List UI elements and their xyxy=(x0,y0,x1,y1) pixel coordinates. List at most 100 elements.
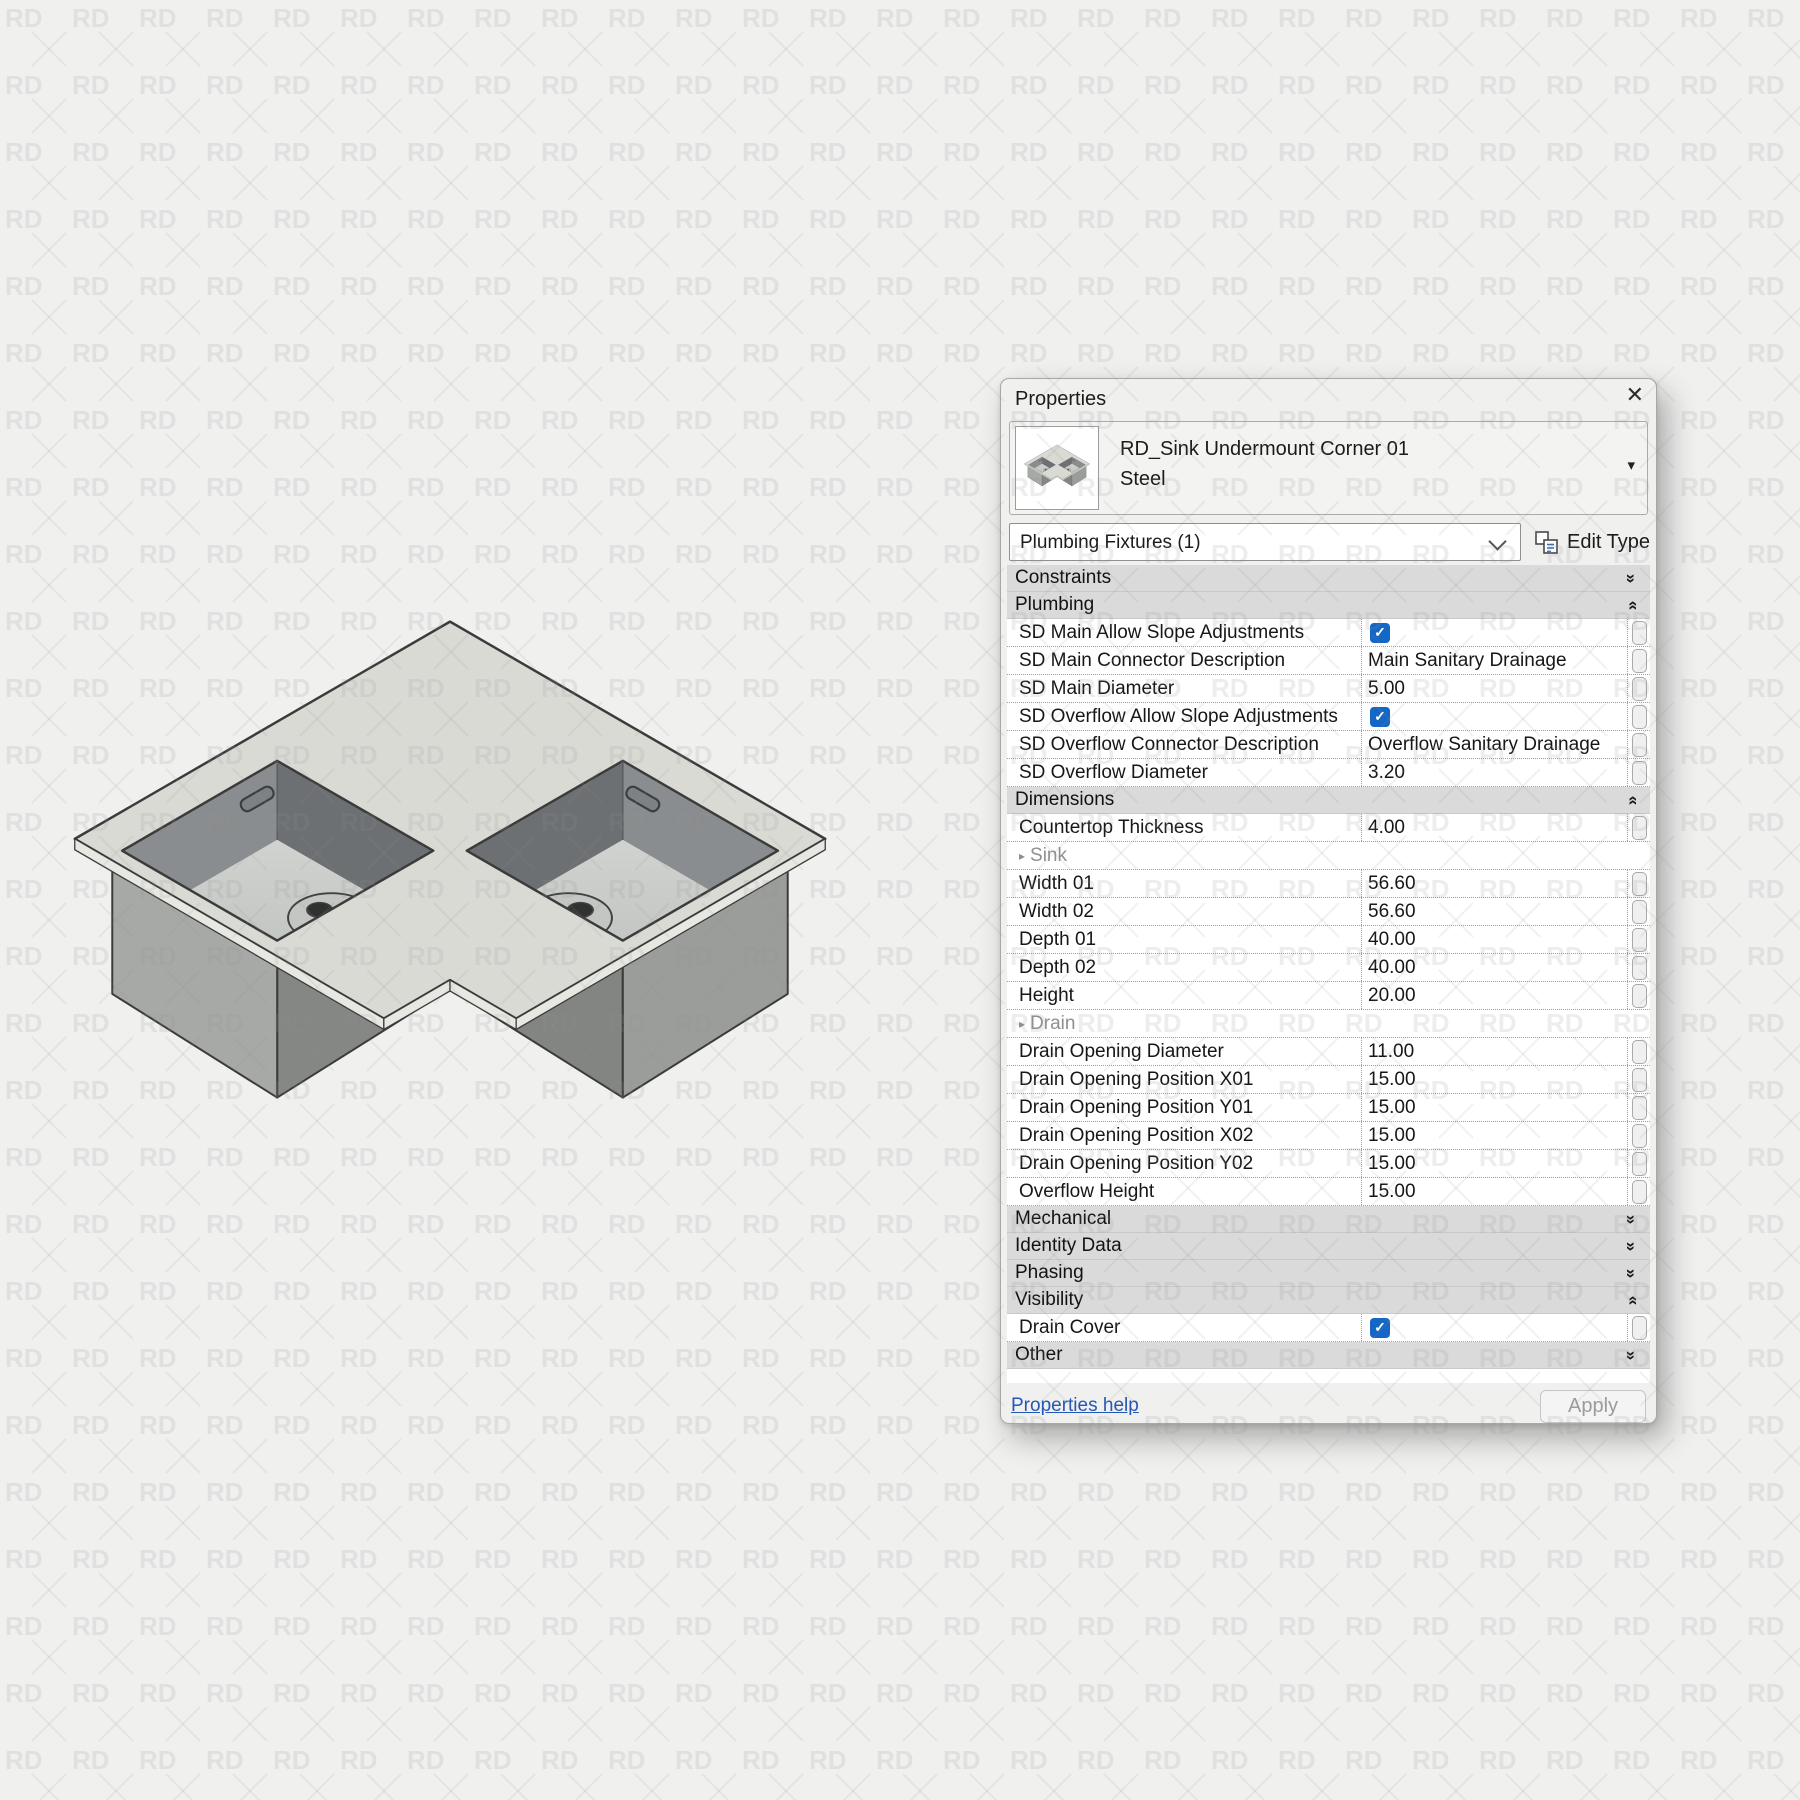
collapse-chevron-icon[interactable]: » xyxy=(1623,1295,1640,1304)
apply-button[interactable]: Apply xyxy=(1540,1390,1646,1423)
property-name: Drain Opening Position Y01 xyxy=(1007,1094,1361,1121)
associate-param-column xyxy=(1627,1094,1650,1121)
type-thumbnail-image xyxy=(1016,427,1098,509)
property-value[interactable]: ✓ xyxy=(1361,703,1627,730)
property-value[interactable]: ✓ xyxy=(1361,619,1627,646)
property-name: Drain Cover xyxy=(1007,1314,1361,1341)
section-label: Mechanical xyxy=(1007,1208,1111,1230)
associate-parameter-button[interactable] xyxy=(1632,1152,1647,1176)
associate-parameter-button[interactable] xyxy=(1632,733,1647,757)
property-name: Drain Opening Diameter xyxy=(1007,1038,1361,1065)
edit-type-label: Edit Type xyxy=(1567,531,1650,554)
associate-parameter-button[interactable] xyxy=(1632,1180,1647,1204)
associate-parameter-button[interactable] xyxy=(1632,1124,1647,1148)
properties-help-link[interactable]: Properties help xyxy=(1011,1395,1139,1417)
panel-title: Properties xyxy=(1015,388,1106,411)
section-header-other[interactable]: Other» xyxy=(1007,1342,1650,1369)
associate-parameter-button[interactable] xyxy=(1632,900,1647,924)
parameter-group-row[interactable]: ▸Sink xyxy=(1007,842,1650,870)
section-header-plumbing[interactable]: Plumbing » xyxy=(1007,592,1650,619)
associate-parameter-button[interactable] xyxy=(1632,872,1647,896)
property-name: Overflow Height xyxy=(1007,1178,1361,1205)
property-value[interactable]: 15.00 xyxy=(1361,1094,1627,1121)
property-value[interactable]: 5.00 xyxy=(1361,675,1627,702)
expand-chevron-icon[interactable]: » xyxy=(1623,1214,1640,1223)
property-value[interactable]: 40.00 xyxy=(1361,954,1627,981)
category-selected-value: Plumbing Fixtures (1) xyxy=(1020,532,1201,554)
property-row: Depth 0240.00 xyxy=(1007,954,1650,982)
section-header-constraints[interactable]: Constraints» xyxy=(1007,565,1650,592)
property-value[interactable]: Overflow Sanitary Drainage xyxy=(1361,731,1627,758)
edit-type-button[interactable]: Edit Type xyxy=(1533,526,1650,558)
associate-parameter-button[interactable] xyxy=(1632,1316,1647,1340)
associate-parameter-button[interactable] xyxy=(1632,1096,1647,1120)
associate-param-column xyxy=(1627,1066,1650,1093)
property-value[interactable]: 56.60 xyxy=(1361,898,1627,925)
expand-chevron-icon[interactable]: » xyxy=(1623,1241,1640,1250)
property-value[interactable]: 40.00 xyxy=(1361,926,1627,953)
associate-parameter-button[interactable] xyxy=(1632,649,1647,673)
associate-parameter-button[interactable] xyxy=(1632,705,1647,729)
expand-chevron-icon[interactable]: » xyxy=(1623,1268,1640,1277)
section-header-phasing[interactable]: Phasing» xyxy=(1007,1260,1650,1287)
parameter-checkbox[interactable]: ✓ xyxy=(1370,623,1390,643)
associate-parameter-button[interactable] xyxy=(1632,677,1647,701)
family-name: RD_Sink Undermount Corner 01 xyxy=(1120,438,1409,461)
property-value[interactable]: ✓ xyxy=(1361,1314,1627,1341)
edit-type-icon xyxy=(1533,529,1560,556)
property-value[interactable]: 3.20 xyxy=(1361,759,1627,786)
property-row: Width 0256.60 xyxy=(1007,898,1650,926)
property-row: Countertop Thickness4.00 xyxy=(1007,814,1650,842)
sink-3d-render xyxy=(55,592,845,1145)
associate-parameter-button[interactable] xyxy=(1632,1040,1647,1064)
property-row: Drain Opening Diameter11.00 xyxy=(1007,1038,1650,1066)
associate-param-column xyxy=(1627,982,1650,1009)
property-value[interactable]: 15.00 xyxy=(1361,1066,1627,1093)
associate-parameter-button[interactable] xyxy=(1632,1068,1647,1092)
section-label: Plumbing xyxy=(1007,594,1094,616)
associate-parameter-button[interactable] xyxy=(1632,816,1647,840)
property-value[interactable]: 4.00 xyxy=(1361,814,1627,841)
section-header-mechanical[interactable]: Mechanical » xyxy=(1007,1206,1650,1233)
associate-param-column xyxy=(1627,1178,1650,1205)
property-name: Depth 02 xyxy=(1007,954,1361,981)
property-value[interactable]: 15.00 xyxy=(1361,1178,1627,1205)
associate-parameter-button[interactable] xyxy=(1632,984,1647,1008)
parameter-checkbox[interactable]: ✓ xyxy=(1370,707,1390,727)
panel-titlebar[interactable]: Properties ✕ xyxy=(1001,379,1656,421)
property-value[interactable]: 20.00 xyxy=(1361,982,1627,1009)
parameter-checkbox[interactable]: ✓ xyxy=(1370,1318,1390,1338)
property-row: Width 0156.60 xyxy=(1007,870,1650,898)
close-icon[interactable]: ✕ xyxy=(1626,384,1644,406)
selector-bar: Plumbing Fixtures (1) Edit Type xyxy=(1009,523,1648,561)
property-row: Drain Opening Position X0215.00 xyxy=(1007,1122,1650,1150)
category-dropdown[interactable]: Plumbing Fixtures (1) xyxy=(1009,523,1521,561)
collapse-chevron-icon[interactable]: » xyxy=(1623,600,1640,609)
property-value[interactable]: 15.00 xyxy=(1361,1150,1627,1177)
property-value[interactable]: 11.00 xyxy=(1361,1038,1627,1065)
property-value[interactable]: Main Sanitary Drainage xyxy=(1361,647,1627,674)
group-name-cell: ▸Sink xyxy=(1007,842,1650,869)
parameter-group-row[interactable]: ▸Drain xyxy=(1007,1010,1650,1038)
property-value[interactable]: 15.00 xyxy=(1361,1122,1627,1149)
section-header-identity-data[interactable]: Identity Data» xyxy=(1007,1233,1650,1260)
associate-parameter-button[interactable] xyxy=(1632,621,1647,645)
associate-parameter-button[interactable] xyxy=(1632,761,1647,785)
expand-chevron-icon[interactable]: » xyxy=(1623,1350,1640,1359)
expand-group-arrow-icon: ▸ xyxy=(1019,849,1025,863)
expand-group-arrow-icon: ▸ xyxy=(1019,1017,1025,1031)
property-name: SD Main Connector Description xyxy=(1007,647,1361,674)
type-dropdown-arrow-icon[interactable]: ▾ xyxy=(1627,456,1635,474)
collapse-chevron-icon[interactable]: » xyxy=(1623,795,1640,804)
associate-parameter-button[interactable] xyxy=(1632,956,1647,980)
type-selector[interactable]: RD_Sink Undermount Corner 01 Steel ▾ xyxy=(1009,421,1648,515)
associate-param-column xyxy=(1627,870,1650,897)
associate-parameter-button[interactable] xyxy=(1632,928,1647,952)
associate-param-column xyxy=(1627,814,1650,841)
section-header-visibility[interactable]: Visibility» xyxy=(1007,1287,1650,1314)
section-header-dimensions[interactable]: Dimensions» xyxy=(1007,787,1650,814)
expand-chevron-icon[interactable]: » xyxy=(1623,573,1640,582)
property-value[interactable]: 56.60 xyxy=(1361,870,1627,897)
panel-footer: Properties help Apply xyxy=(1001,1383,1656,1424)
associate-param-column xyxy=(1627,619,1650,646)
